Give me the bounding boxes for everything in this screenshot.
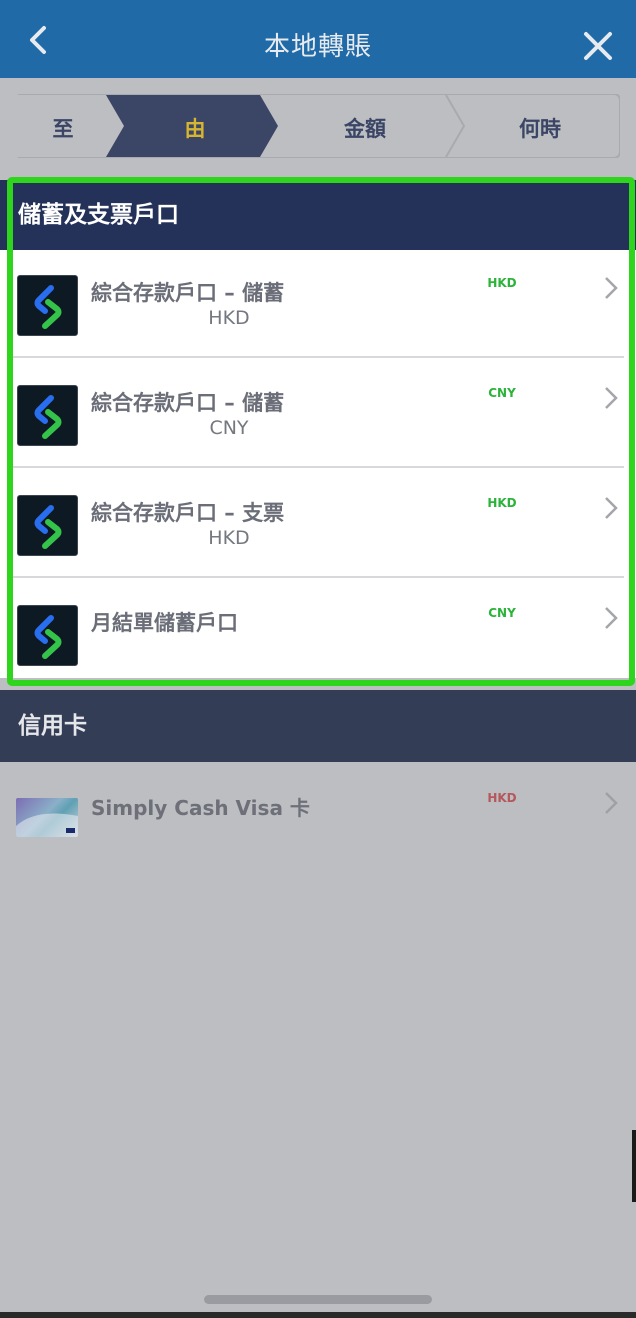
chevron-right-icon	[605, 387, 618, 409]
account-name: 綜合存款戶口 – 儲蓄	[91, 281, 285, 305]
account-currency-label: CNY	[209, 417, 249, 439]
currency-badge: CNY	[488, 606, 516, 620]
chevron-right-icon	[605, 792, 618, 814]
chevron-right-icon	[605, 277, 618, 299]
chevron-right-icon	[605, 607, 618, 629]
step-from[interactable]: 由	[160, 113, 230, 143]
step-to[interactable]: 至	[28, 113, 98, 143]
currency-badge: HKD	[487, 276, 517, 290]
credit-card-row[interactable]: Simply Cash Visa 卡 HKD	[0, 762, 636, 862]
account-currency-label: HKD	[208, 527, 250, 549]
currency-badge: HKD	[487, 791, 517, 805]
row-divider	[12, 466, 624, 468]
account-row[interactable]: 綜合存款戶口 – 儲蓄 HKD HKD	[0, 250, 636, 358]
app-header: 本地轉賬	[0, 0, 636, 78]
close-icon[interactable]	[578, 26, 618, 66]
account-row[interactable]: 綜合存款戶口 – 支票 HKD HKD	[0, 470, 636, 578]
chevron-right-icon	[605, 497, 618, 519]
currency-badge: HKD	[487, 496, 517, 510]
credit-card-image	[16, 798, 78, 837]
page-title: 本地轉賬	[263, 32, 372, 62]
step-when[interactable]: 何時	[495, 113, 585, 143]
account-row[interactable]: 綜合存款戶口 – 儲蓄 CNY CNY	[0, 360, 636, 468]
row-divider	[12, 576, 624, 578]
bank-logo-icon	[17, 605, 78, 666]
currency-badge: CNY	[488, 386, 516, 400]
credit-card-name: Simply Cash Visa 卡	[91, 796, 310, 820]
account-name: 綜合存款戶口 – 支票	[91, 501, 285, 525]
home-indicator[interactable]	[204, 1295, 432, 1304]
account-name: 月結單儲蓄戶口	[91, 611, 238, 635]
account-name: 綜合存款戶口 – 儲蓄	[91, 391, 285, 415]
bottom-edge	[0, 1312, 636, 1318]
row-divider	[12, 356, 624, 358]
scroll-indicator	[632, 1130, 636, 1202]
savings-section-title: 儲蓄及支票戶口	[0, 180, 636, 250]
step-amount[interactable]: 金額	[320, 113, 410, 143]
bank-logo-icon	[17, 495, 78, 556]
bank-logo-icon	[17, 385, 78, 446]
bank-logo-icon	[17, 275, 78, 336]
account-currency-label: HKD	[208, 307, 250, 329]
savings-account-list: 綜合存款戶口 – 儲蓄 HKD HKD 綜合存款戶口 – 儲蓄 CNY CNY …	[0, 250, 636, 678]
account-row[interactable]: 月結單儲蓄戶口 CNY	[0, 580, 636, 688]
credit-card-section-title: 信用卡	[0, 690, 636, 762]
